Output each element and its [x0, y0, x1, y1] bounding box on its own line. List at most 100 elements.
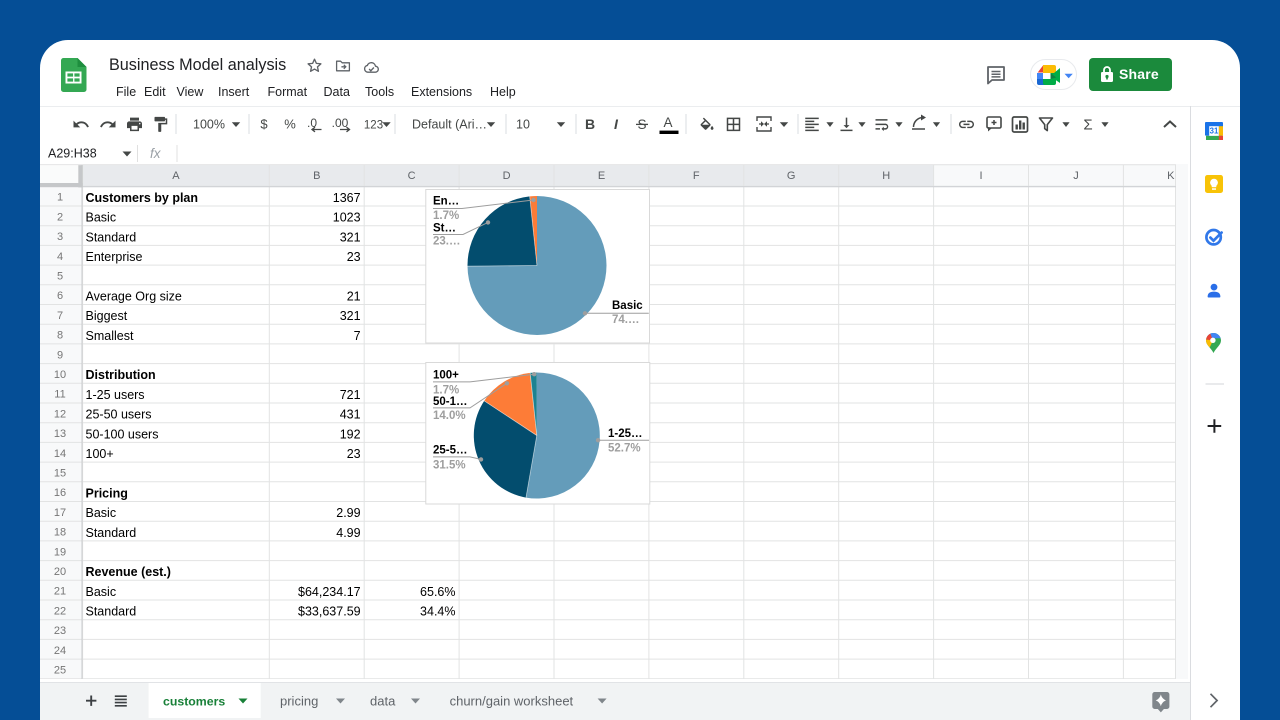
svg-text:G: G	[787, 170, 796, 182]
svg-text:A29:H38: A29:H38	[48, 146, 97, 160]
svg-text:Biggest: Biggest	[86, 309, 128, 323]
svg-text:21: 21	[54, 586, 66, 598]
svg-text:E: E	[598, 170, 605, 182]
svg-text:1.7%: 1.7%	[433, 384, 459, 396]
svg-text:1: 1	[57, 192, 63, 204]
svg-text:21: 21	[347, 289, 361, 303]
svg-text:100%: 100%	[193, 118, 225, 132]
svg-text:Basic: Basic	[86, 506, 117, 520]
svg-text:3: 3	[57, 231, 63, 243]
svg-text:721: 721	[340, 388, 361, 402]
svg-text:321: 321	[340, 309, 361, 323]
svg-text:Customers by plan: Customers by plan	[86, 191, 199, 205]
svg-text:Default (Ari…: Default (Ari…	[412, 118, 487, 132]
svg-text:31: 31	[1210, 127, 1219, 136]
svg-text:22: 22	[54, 605, 66, 617]
svg-text:17: 17	[54, 507, 66, 519]
svg-text:50-1…: 50-1…	[433, 396, 468, 408]
svg-text:25: 25	[54, 665, 66, 677]
svg-text:A: A	[663, 115, 672, 130]
svg-text:12: 12	[54, 408, 66, 420]
svg-text:I: I	[614, 116, 619, 132]
svg-text:11: 11	[54, 389, 65, 401]
svg-text:Standard: Standard	[86, 230, 137, 244]
svg-text:13: 13	[54, 428, 66, 440]
svg-text:2: 2	[57, 211, 63, 223]
svg-text:churn/gain worksheet: churn/gain worksheet	[450, 693, 574, 708]
svg-text:123: 123	[364, 119, 383, 131]
svg-text:74.…: 74.…	[612, 314, 640, 326]
svg-text:Basic: Basic	[86, 585, 117, 599]
svg-text:customers: customers	[163, 694, 225, 708]
svg-text:pricing: pricing	[280, 693, 318, 708]
svg-text:4: 4	[57, 251, 63, 263]
svg-text:En…: En…	[433, 196, 459, 208]
svg-text:.00: .00	[332, 116, 349, 130]
svg-text:fx: fx	[150, 146, 162, 161]
svg-text:23: 23	[54, 625, 66, 637]
svg-text:20: 20	[54, 566, 66, 578]
svg-text:321: 321	[340, 230, 361, 244]
svg-text:Σ: Σ	[1083, 116, 1092, 133]
svg-text:A: A	[172, 170, 180, 182]
svg-text:B: B	[585, 116, 595, 132]
svg-text:Basic: Basic	[86, 211, 117, 225]
svg-text:10: 10	[54, 369, 66, 381]
svg-text:F: F	[693, 170, 700, 182]
svg-text:Smallest: Smallest	[86, 329, 134, 343]
svg-text:100+: 100+	[86, 447, 114, 461]
svg-text:10: 10	[516, 118, 530, 132]
svg-text:1.7%: 1.7%	[433, 210, 459, 222]
svg-text:D: D	[503, 170, 511, 182]
svg-text:Revenue (est.): Revenue (est.)	[86, 565, 171, 579]
svg-text:34.4%: 34.4%	[420, 605, 455, 619]
svg-text:Basic: Basic	[612, 300, 643, 312]
svg-text:24: 24	[54, 645, 66, 657]
svg-text:.0: .0	[307, 116, 317, 130]
svg-text:14: 14	[54, 448, 66, 460]
svg-text:16: 16	[54, 487, 66, 499]
svg-text:192: 192	[340, 427, 361, 441]
svg-text:K: K	[1167, 170, 1175, 182]
svg-text:1-25 users: 1-25 users	[86, 388, 145, 402]
svg-text:7: 7	[57, 310, 63, 322]
svg-text:100+: 100+	[433, 370, 459, 382]
svg-text:C: C	[408, 170, 416, 182]
svg-text:18: 18	[54, 527, 66, 539]
svg-text:Enterprise: Enterprise	[86, 250, 143, 264]
svg-text:$33,637.59: $33,637.59	[298, 605, 361, 619]
svg-text:Pricing: Pricing	[86, 486, 128, 500]
svg-text:St…: St…	[433, 222, 456, 234]
svg-text:65.6%: 65.6%	[420, 585, 455, 599]
svg-text:23: 23	[347, 250, 361, 264]
svg-text:23.…: 23.…	[433, 235, 461, 247]
svg-text:Distribution: Distribution	[86, 368, 156, 382]
svg-text:I: I	[979, 170, 982, 182]
svg-text:$: $	[260, 117, 268, 132]
svg-text:7: 7	[354, 329, 361, 343]
svg-text:31.5%: 31.5%	[433, 459, 466, 471]
svg-text:1-25…: 1-25…	[608, 428, 643, 440]
svg-text:52.7%: 52.7%	[608, 443, 641, 455]
svg-text:data: data	[370, 693, 396, 708]
svg-text:%: %	[284, 117, 296, 132]
svg-text:25-50 users: 25-50 users	[86, 408, 152, 422]
svg-text:5: 5	[57, 271, 63, 283]
svg-text:Average Org size: Average Org size	[86, 289, 182, 303]
svg-text:H: H	[882, 170, 890, 182]
svg-text:6: 6	[57, 290, 63, 302]
svg-text:1367: 1367	[333, 191, 361, 205]
svg-text:J: J	[1073, 170, 1079, 182]
svg-text:9: 9	[57, 349, 63, 361]
svg-text:23: 23	[347, 447, 361, 461]
svg-text:1023: 1023	[333, 211, 361, 225]
svg-text:25-5…: 25-5…	[433, 445, 468, 457]
svg-text:8: 8	[57, 330, 63, 342]
svg-text:Standard: Standard	[86, 526, 137, 540]
svg-text:2.99: 2.99	[336, 506, 360, 520]
svg-text:50-100 users: 50-100 users	[86, 427, 159, 441]
svg-text:$64,234.17: $64,234.17	[298, 585, 361, 599]
svg-text:15: 15	[54, 468, 66, 480]
svg-text:14.0%: 14.0%	[433, 410, 466, 422]
svg-text:Standard: Standard	[86, 605, 137, 619]
